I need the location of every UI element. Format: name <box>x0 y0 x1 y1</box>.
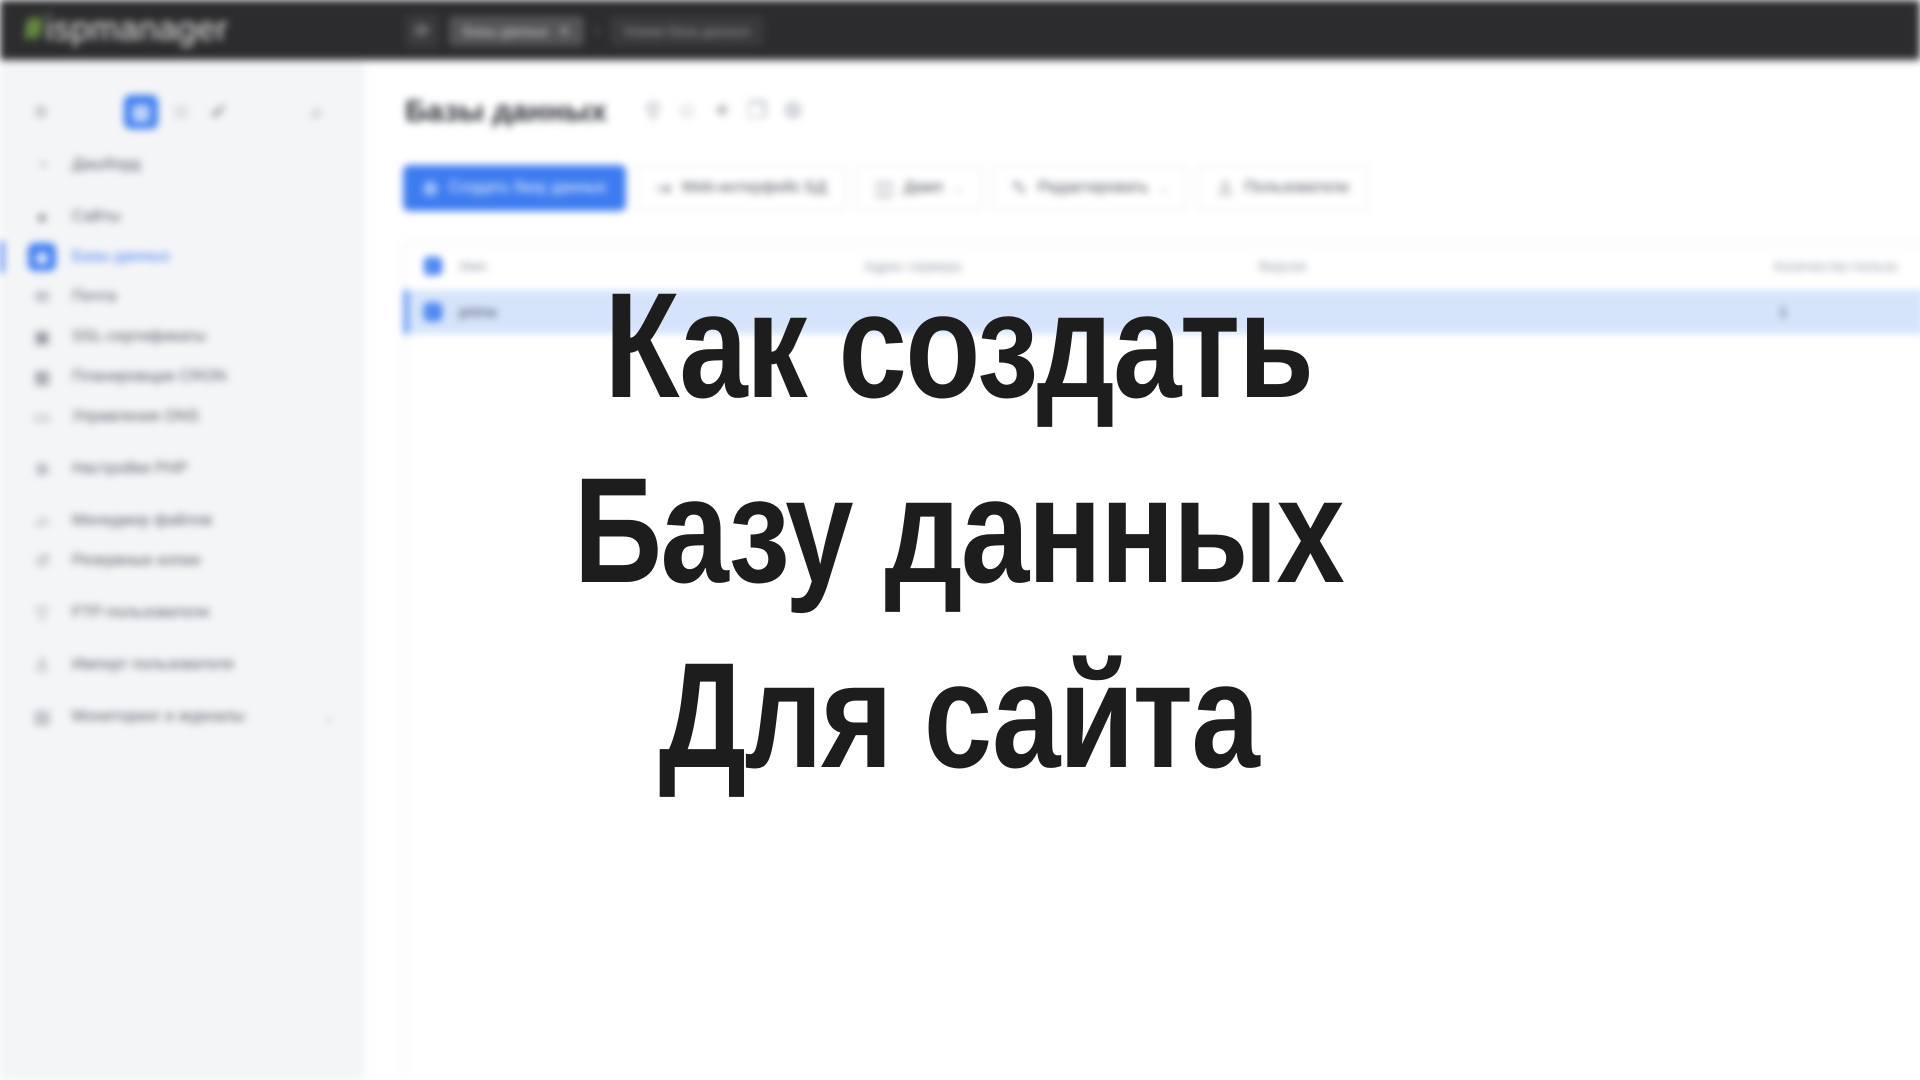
title-overlay: Как создать Базу данных Для сайта <box>0 0 1920 1080</box>
headline-line-3: Для сайта <box>658 631 1260 799</box>
headline-line-1: Как создать <box>604 261 1314 429</box>
headline-line-2: Базу данных <box>573 446 1345 614</box>
